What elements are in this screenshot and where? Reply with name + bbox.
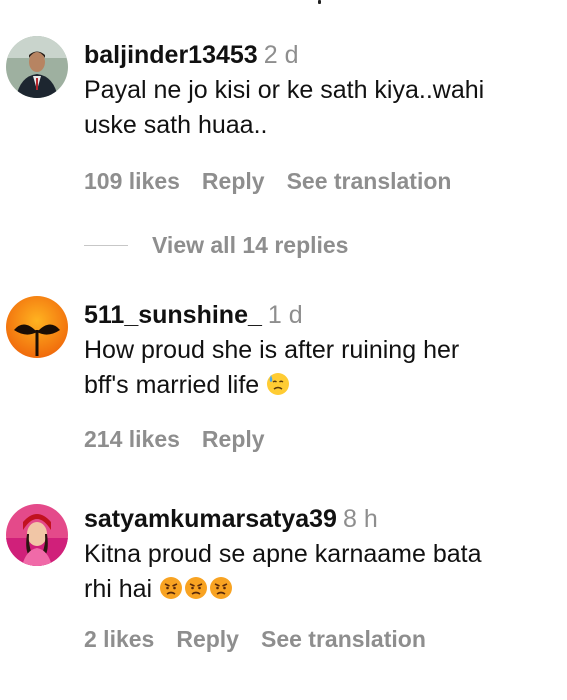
reply-button[interactable]: Reply: [202, 426, 265, 452]
view-replies-button[interactable]: View all 14 replies: [84, 230, 348, 260]
comment-text-line: How proud she is after ruining her: [84, 336, 460, 364]
comment-text-line: Kitna proud se apne karnaame bata: [84, 540, 482, 568]
avatar[interactable]: [6, 504, 68, 566]
likes-count[interactable]: 214 likes: [84, 426, 180, 452]
comment-username[interactable]: satyamkumarsatya39: [84, 505, 337, 533]
comment-text-line: bff's married life: [84, 371, 260, 399]
reply-button[interactable]: Reply: [176, 626, 239, 652]
comment-text-line: rhi hai: [84, 575, 153, 603]
likes-count[interactable]: 2 likes: [84, 626, 154, 652]
woman-red-hat-photo-icon: [6, 504, 68, 566]
comment-actions: 214 likes Reply: [84, 426, 287, 453]
sad-sweat-face-emoji-icon: [267, 373, 290, 395]
comment-username[interactable]: 511_sunshine_: [84, 301, 262, 329]
comment-text-line: uske sath huaa..: [84, 111, 268, 139]
comment-username[interactable]: baljinder13453: [84, 41, 258, 69]
reply-button[interactable]: Reply: [202, 168, 265, 194]
comment-time: 2 d: [263, 41, 299, 69]
comment-text: Kitna proud se apne karnaame bata rhi ha…: [84, 537, 557, 607]
likes-count[interactable]: 109 likes: [84, 168, 180, 194]
angry-face-emoji-icon: [185, 577, 208, 599]
avatar[interactable]: [6, 36, 68, 98]
see-translation-button[interactable]: See translation: [261, 626, 426, 652]
angry-face-emoji-icon: [210, 577, 233, 599]
comment-text: Payal ne jo kisi or ke sath kiya..wahi u…: [84, 73, 557, 143]
comment-text: How proud she is after ruining her bff's…: [84, 333, 557, 403]
replies-divider: [84, 244, 128, 246]
comment-actions: 2 likes Reply See translation: [84, 626, 448, 653]
comment-time: 8 h: [342, 505, 378, 533]
avatar[interactable]: [6, 296, 68, 358]
view-replies-label: View all 14 replies: [152, 231, 349, 258]
comment-actions: 109 likes Reply See translation: [84, 168, 473, 195]
man-in-suit-photo-icon: [6, 36, 68, 98]
see-translation-button[interactable]: See translation: [287, 168, 452, 194]
comment-time: 1 d: [267, 301, 303, 329]
angry-face-emoji-icon: [160, 577, 183, 599]
sunset-sprout-photo-icon: [6, 296, 68, 358]
comment-text-line: Payal ne jo kisi or ke sath kiya..wahi: [84, 76, 485, 104]
scroll-edge-mark: [318, 0, 321, 4]
